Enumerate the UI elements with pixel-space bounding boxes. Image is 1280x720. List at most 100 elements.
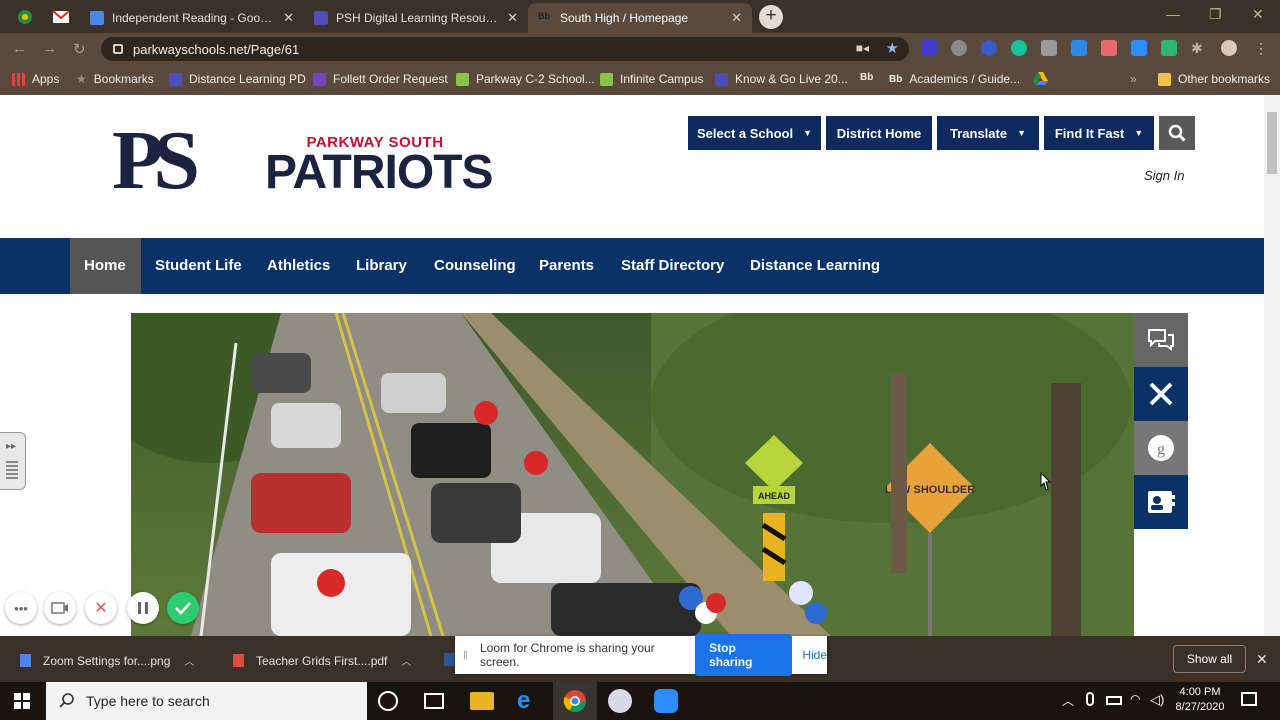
battery-icon[interactable]: [1106, 696, 1122, 705]
extension-screencast-icon[interactable]: [1101, 40, 1117, 56]
extension-arrow-icon[interactable]: [1071, 40, 1087, 56]
pinned-tab-gmail[interactable]: [44, 0, 78, 33]
bookmark-bookmarks[interactable]: ★ Bookmarks: [76, 72, 154, 86]
chrome-taskbar-button[interactable]: [553, 682, 597, 720]
taskbar-search-box[interactable]: Type here to search: [46, 682, 367, 720]
find-it-fast-button[interactable]: Find It Fast ▼: [1044, 116, 1154, 150]
cortana-icon[interactable]: [378, 691, 398, 711]
loom-cancel-button[interactable]: ✕: [85, 592, 117, 624]
close-tab-icon[interactable]: ✕: [507, 10, 518, 26]
notifications-icon[interactable]: [1241, 692, 1257, 706]
profile-avatar[interactable]: [1221, 40, 1237, 56]
translate-button[interactable]: Translate ▼: [937, 116, 1039, 150]
stop-sharing-button[interactable]: Stop sharing: [695, 634, 793, 676]
loom-drag-handle[interactable]: ▸▸: [0, 432, 26, 490]
minimize-button[interactable]: —: [1166, 6, 1180, 22]
bookmark-apps[interactable]: Apps: [12, 72, 59, 86]
snipping-tool-icon[interactable]: [608, 689, 632, 713]
back-arrow-icon[interactable]: ←: [12, 40, 27, 57]
close-tab-icon[interactable]: ✕: [283, 10, 294, 26]
school-logo[interactable]: PS: [110, 114, 240, 207]
select-a-school-button[interactable]: Select a School ▼: [688, 116, 821, 150]
bookmark-know-go-live[interactable]: Know & Go Live 20...: [715, 72, 848, 86]
microphone-icon[interactable]: [1086, 692, 1094, 706]
nav-staff-directory[interactable]: Staff Directory: [607, 238, 738, 294]
close-downloads-bar-icon[interactable]: ✕: [1256, 651, 1268, 668]
volume-icon[interactable]: ◁): [1150, 692, 1164, 708]
bookmark-follett-order[interactable]: Follett Order Request: [313, 72, 448, 86]
loom-more-button[interactable]: •••: [5, 592, 37, 624]
pinned-tab-classroom[interactable]: [8, 0, 42, 33]
blackboard-icon: Bb: [538, 11, 550, 21]
download-item-zoom-settings[interactable]: Zoom Settings for....png ︿: [20, 653, 194, 668]
tray-overflow-chevron[interactable]: ︿: [1062, 692, 1074, 709]
share-message: Loom for Chrome is sharing your screen.: [479, 641, 655, 669]
file-explorer-icon[interactable]: [470, 692, 494, 710]
chevron-up-icon[interactable]: ︿: [401, 653, 411, 668]
bookmark-google-drive[interactable]: [1033, 72, 1048, 85]
side-contact-button[interactable]: [1134, 475, 1188, 529]
restore-button[interactable]: ❐: [1209, 6, 1222, 23]
side-dining-button[interactable]: [1134, 367, 1188, 421]
close-tab-icon[interactable]: ✕: [731, 10, 742, 26]
chrome-menu-icon[interactable]: ⋮: [1253, 40, 1269, 56]
nav-student-life[interactable]: Student Life: [141, 238, 256, 294]
address-bar[interactable]: parkwayschools.net/Page/61 ■◂ ★: [101, 37, 909, 61]
bookmark-distance-learning-pd[interactable]: Distance Learning PD: [169, 72, 306, 86]
camera-icon[interactable]: ■◂: [856, 41, 869, 55]
nav-library[interactable]: Library: [342, 238, 421, 294]
windows-start-icon[interactable]: [14, 693, 30, 709]
task-view-icon[interactable]: [424, 693, 444, 709]
bookmark-star-icon[interactable]: ★: [886, 39, 899, 57]
bookmark-parkway-c2[interactable]: Parkway C-2 School...: [456, 72, 595, 86]
loom-camera-button[interactable]: [44, 592, 76, 624]
chevron-up-icon[interactable]: ︿: [184, 653, 194, 668]
tab-psh-digital-learning[interactable]: PSH Digital Learning Resources ✕: [304, 3, 528, 33]
zoom-extension-icon[interactable]: [1131, 40, 1147, 56]
side-chat-button[interactable]: [1134, 313, 1188, 367]
extension-k-icon[interactable]: [981, 40, 997, 56]
edge-icon[interactable]: e: [517, 689, 541, 713]
extension-c-icon[interactable]: [921, 40, 937, 56]
tab-independent-reading[interactable]: Independent Reading - Google D ✕: [80, 3, 304, 33]
scrollbar-thumb[interactable]: [1267, 112, 1277, 174]
site-search-button[interactable]: [1159, 116, 1195, 150]
bookmark-other-bookmarks[interactable]: Other bookmarks: [1158, 72, 1270, 86]
zoom-app-icon[interactable]: [654, 689, 678, 713]
hide-button[interactable]: Hide: [802, 648, 827, 662]
bookmark-academics-guide[interactable]: Bb Academics / Guide...: [889, 72, 1020, 86]
taskbar-clock[interactable]: 4:00 PM 8/27/2020: [1170, 685, 1230, 715]
nav-athletics[interactable]: Athletics: [253, 238, 344, 294]
forward-arrow-icon[interactable]: →: [42, 40, 57, 57]
grammarly-icon[interactable]: [1011, 40, 1027, 56]
nav-distance-learning[interactable]: Distance Learning: [736, 238, 894, 294]
nav-parents[interactable]: Parents: [525, 238, 608, 294]
close-window-button[interactable]: ✕: [1252, 6, 1264, 23]
show-all-downloads-button[interactable]: Show all: [1173, 645, 1246, 673]
extension-pin-icon[interactable]: [1041, 40, 1057, 56]
sign-in-link[interactable]: Sign In: [1144, 168, 1184, 183]
bookmark-bb[interactable]: Bb: [860, 72, 873, 83]
extensions-puzzle-icon[interactable]: ✱: [1191, 40, 1207, 56]
page-scrollbar[interactable]: [1264, 96, 1280, 636]
drag-grip-icon[interactable]: ‖: [463, 648, 468, 662]
nav-home[interactable]: Home: [70, 238, 141, 294]
download-item-teacher-grids[interactable]: Teacher Grids First....pdf ︿: [233, 653, 411, 668]
svg-text:AHEAD: AHEAD: [758, 491, 791, 501]
extension-shield-icon[interactable]: [1161, 40, 1177, 56]
side-google-button[interactable]: g: [1134, 421, 1188, 475]
bookmark-label: Parkway C-2 School...: [476, 72, 595, 86]
bookmarks-overflow-chevron[interactable]: »: [1130, 72, 1137, 86]
bookmark-label: Bookmarks: [93, 72, 154, 86]
reload-icon[interactable]: ↻: [73, 40, 86, 58]
patriots-wordmark[interactable]: PARKWAY SOUTH PATRIOTS: [265, 134, 494, 197]
loom-pause-button[interactable]: [127, 592, 159, 624]
loom-finish-button[interactable]: [167, 592, 199, 624]
nav-counseling[interactable]: Counseling: [420, 238, 530, 294]
district-home-button[interactable]: District Home: [826, 116, 932, 150]
extension-record-icon[interactable]: [951, 40, 967, 56]
new-tab-button[interactable]: +: [759, 5, 783, 29]
tab-south-high-homepage[interactable]: Bb South High / Homepage ✕: [528, 3, 752, 33]
bookmark-infinite-campus[interactable]: Infinite Campus: [600, 72, 703, 86]
wifi-icon[interactable]: ◠: [1130, 692, 1140, 706]
